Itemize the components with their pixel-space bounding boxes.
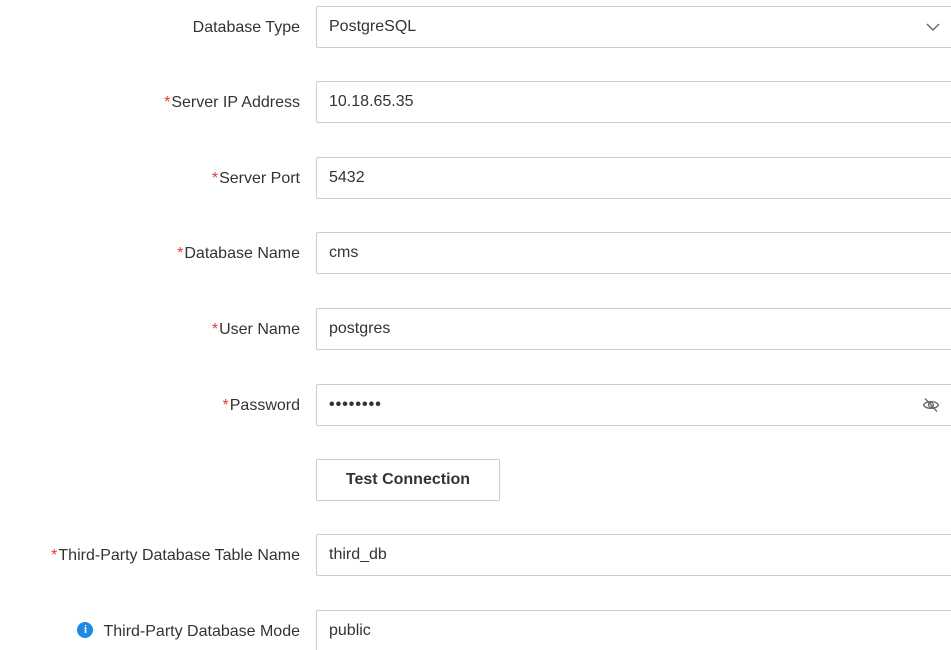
database-name-label: *Database Name (177, 245, 300, 262)
server-port-input[interactable]: 5432 (316, 157, 951, 199)
row-server-port: *Server Port 5432 (0, 157, 951, 201)
required-asterisk: * (177, 245, 184, 262)
row-password: *Password •••••••• (0, 384, 951, 428)
row-user-name: *User Name postgres (0, 308, 951, 352)
user-name-label: *User Name (211, 321, 300, 338)
server-ip-value: 10.18.65.35 (329, 93, 414, 110)
database-type-value: PostgreSQL (329, 18, 417, 35)
server-ip-label: *Server IP Address (164, 94, 300, 111)
third-party-mode-value: public (329, 622, 371, 639)
database-name-value: cms (329, 244, 359, 261)
server-ip-input[interactable]: 10.18.65.35 (316, 81, 951, 123)
required-asterisk: * (211, 170, 219, 187)
required-asterisk: * (211, 321, 219, 338)
required-asterisk: * (222, 397, 229, 414)
database-settings-form: Database Type PostgreSQL *Server IP Addr… (0, 0, 951, 650)
required-asterisk: * (164, 94, 171, 111)
row-database-type: Database Type PostgreSQL (0, 6, 951, 50)
row-third-party-mode: i Third-Party Database Mode public (0, 610, 951, 650)
third-party-table-label: *Third-Party Database Table Name (51, 547, 300, 564)
third-party-mode-input[interactable]: public (316, 610, 951, 650)
password-label: *Password (222, 397, 300, 414)
test-connection-button[interactable]: Test Connection (316, 459, 500, 501)
server-port-label: *Server Port (211, 170, 300, 187)
eye-off-icon[interactable] (922, 385, 940, 425)
row-server-ip: *Server IP Address 10.18.65.35 (0, 81, 951, 125)
database-type-select[interactable]: PostgreSQL (316, 6, 951, 48)
user-name-input[interactable]: postgres (316, 308, 951, 350)
user-name-value: postgres (329, 320, 391, 337)
row-database-name: *Database Name cms (0, 232, 951, 276)
third-party-table-value: third_db (329, 546, 387, 563)
row-third-party-table: *Third-Party Database Table Name third_d… (0, 534, 951, 578)
chevron-down-icon[interactable] (926, 7, 940, 47)
info-icon[interactable]: i (77, 621, 94, 638)
password-input[interactable]: •••••••• (316, 384, 951, 426)
required-asterisk: * (51, 547, 58, 564)
third-party-mode-label: i Third-Party Database Mode (77, 610, 300, 650)
database-name-input[interactable]: cms (316, 232, 951, 274)
server-port-value: 5432 (329, 169, 365, 186)
password-masked-value: •••••••• (329, 396, 382, 413)
third-party-table-input[interactable]: third_db (316, 534, 951, 576)
database-type-label: Database Type (192, 19, 300, 36)
